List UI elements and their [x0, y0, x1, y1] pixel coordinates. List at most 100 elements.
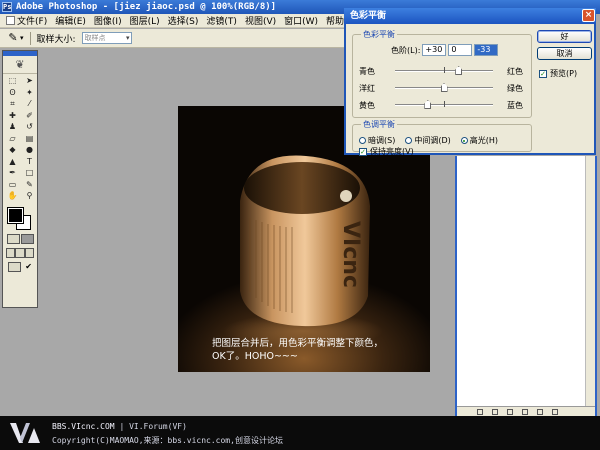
footer-site-line: BBS.VIcnc.COM | VI.Forum(VF) — [52, 422, 187, 431]
footer-divider: | — [119, 422, 130, 431]
footer-watermark: BBS.VIcnc.COM | VI.Forum(VF) Copyright(C… — [0, 416, 600, 450]
layer-style-icon[interactable] — [477, 408, 483, 415]
menu-image[interactable]: 图像(I) — [94, 14, 122, 27]
slider-red-label: 红色 — [507, 67, 523, 76]
menu-edit[interactable]: 编辑(E) — [55, 14, 86, 27]
caption-line-2: OK了。HOHO~~~ — [212, 351, 298, 362]
magic-wand-tool-icon[interactable]: ✦ — [21, 87, 38, 99]
color-balance-dialog: 色彩平衡 × 色彩平衡 色阶(L): +30 0 -33 青色 红色 洋红 绿色… — [344, 8, 596, 157]
levels-label: 色阶(L): — [391, 45, 421, 55]
preserve-luminosity-label: 保持亮度(V) — [370, 147, 414, 156]
slider-cyan-red-center-tick — [444, 67, 445, 73]
ring-engraving-text: VIcnc — [338, 221, 363, 288]
color-swatches — [3, 206, 37, 232]
crop-tool-icon[interactable]: ⌗ — [4, 98, 21, 110]
level-cyan-red-input[interactable]: +30 — [422, 44, 447, 56]
history-brush-icon[interactable]: ↺ — [21, 121, 38, 133]
jump-to-imageready-button[interactable] — [8, 261, 22, 272]
preserve-luminosity-row[interactable]: ✓ 保持亮度(V) — [359, 146, 414, 157]
brush-tool-icon[interactable]: ✐ — [21, 110, 38, 122]
tone-shadows-radio[interactable]: 暗调(S) — [359, 135, 395, 146]
menu-window[interactable]: 窗口(W) — [284, 14, 318, 27]
menu-view[interactable]: 视图(V) — [245, 14, 276, 27]
screen-mode-black-button[interactable] — [24, 247, 34, 258]
eyedropper-icon[interactable]: ✎ — [6, 31, 20, 45]
slider-green-label: 绿色 — [507, 84, 523, 93]
ring-highlight-flare — [340, 190, 352, 202]
ok-button[interactable]: 好 — [537, 30, 592, 43]
tone-midtones-radio[interactable]: 中间调(D) — [405, 135, 451, 146]
footer-site[interactable]: BBS.VIcnc.COM — [52, 422, 115, 431]
photoshop-feather-icon[interactable]: ❦ — [3, 56, 37, 74]
eraser-tool-icon[interactable]: ▱ — [4, 133, 21, 145]
slice-tool-icon[interactable]: ⁄ — [21, 98, 38, 110]
shape-tool-icon[interactable]: □ — [21, 167, 38, 179]
slider-yellow-blue-thumb[interactable] — [424, 100, 432, 109]
dialog-title: 色彩平衡 — [350, 11, 387, 21]
tone-balance-group-title: 色调平衡 — [361, 119, 397, 130]
slider-magenta-green-thumb[interactable] — [440, 83, 448, 92]
sample-size-select[interactable]: 取样点 — [81, 32, 132, 44]
preview-row[interactable]: ✓ 预览(P) — [539, 68, 577, 79]
slider-yellow-blue: 黄色 蓝色 — [359, 99, 523, 111]
new-layer-icon[interactable] — [537, 408, 543, 415]
footer-copyright: Copyright(C)MAOMAO,来源：bbs.vicnc.com,创意设计… — [52, 436, 283, 445]
screen-mode-standard-button[interactable] — [6, 247, 16, 258]
layers-panel — [455, 156, 597, 416]
options-separator — [29, 31, 31, 45]
tone-highlights-radio[interactable]: 高光(H) — [460, 135, 498, 146]
tone-radio-row: 暗调(S) 中间调(D) 高光(H) — [359, 135, 498, 146]
menu-layer[interactable]: 图层(L) — [130, 14, 160, 27]
slider-cyan-red: 青色 红色 — [359, 65, 523, 77]
menu-filter[interactable]: 滤镜(T) — [206, 14, 237, 27]
sample-size-label: 取样大小: — [36, 34, 76, 45]
eyedropper-tool-icon[interactable]: ✎ — [21, 179, 38, 191]
canvas-caption: 把图层合并后，用色彩平衡调整下颜色， OK了。HOHO~~~ — [212, 337, 422, 363]
zoom-tool-icon[interactable]: ⚲ — [21, 190, 38, 202]
menu-select[interactable]: 选择(S) — [168, 14, 199, 27]
marquee-tool-icon[interactable]: ⬚ — [4, 75, 21, 87]
layer-set-icon[interactable] — [507, 408, 513, 415]
ring-inner-opening — [244, 162, 360, 214]
slider-cyan-red-thumb[interactable] — [455, 66, 463, 75]
level-magenta-green-input[interactable]: 0 — [448, 44, 473, 56]
radio-dot-highlights — [460, 137, 468, 144]
move-tool-icon[interactable]: ➤ — [21, 75, 38, 87]
cancel-button[interactable]: 取消 — [537, 47, 592, 60]
preserve-luminosity-checkbox[interactable]: ✓ — [359, 147, 367, 156]
quickmask-mode-button[interactable] — [20, 233, 34, 244]
gradient-tool-icon[interactable]: ▤ — [21, 133, 38, 145]
preview-checkbox[interactable]: ✓ — [539, 69, 547, 78]
type-tool-icon[interactable]: T — [21, 156, 38, 168]
tool-preset-chevron-icon[interactable]: ▾ — [20, 34, 24, 42]
hand-tool-icon[interactable]: ✋ — [4, 190, 21, 202]
dialog-title-bar[interactable]: 色彩平衡 × — [344, 8, 596, 24]
radio-dot-shadows — [359, 137, 366, 144]
notes-tool-icon[interactable]: ▭ — [4, 179, 21, 191]
foreground-color-swatch[interactable] — [7, 206, 24, 224]
path-selection-icon[interactable]: ▲ — [4, 156, 21, 168]
pen-tool-icon[interactable]: ✒ — [4, 167, 21, 179]
lasso-tool-icon[interactable]: ʘ — [4, 87, 21, 99]
slider-cyan-label: 青色 — [359, 67, 375, 76]
level-yellow-blue-input[interactable]: -33 — [474, 44, 499, 56]
blur-tool-icon[interactable]: ◆ — [4, 144, 21, 156]
trash-icon[interactable] — [552, 408, 558, 415]
standard-mode-button[interactable] — [6, 233, 20, 244]
imageready-icon[interactable]: ✔ — [25, 262, 32, 272]
stamp-tool-icon[interactable]: ♟ — [4, 121, 21, 133]
menu-file[interactable]: 文件(F) — [6, 14, 47, 27]
dodge-tool-icon[interactable]: ● — [21, 144, 38, 156]
layer-mask-icon[interactable] — [492, 408, 498, 415]
caption-line-1: 把图层合并后，用色彩平衡调整下颜色， — [212, 338, 384, 349]
tool-grid: ⬚ ➤ ʘ ✦ ⌗ ⁄ ✚ ✐ ♟ ↺ ▱ ▤ ◆ ● ▲ T ✒ □ ▭ ✎ … — [3, 74, 37, 203]
healing-brush-icon[interactable]: ✚ — [4, 110, 21, 122]
layers-scrollbar[interactable] — [585, 156, 595, 406]
slider-magenta-label: 洋红 — [359, 84, 375, 93]
color-balance-group-title: 色彩平衡 — [361, 29, 397, 40]
close-icon[interactable]: × — [582, 9, 595, 22]
mask-mode-row — [3, 232, 37, 246]
photoshop-app-icon[interactable]: Ps — [2, 2, 12, 12]
adjustment-layer-icon[interactable] — [522, 408, 528, 415]
screen-mode-full-button[interactable] — [15, 247, 25, 258]
